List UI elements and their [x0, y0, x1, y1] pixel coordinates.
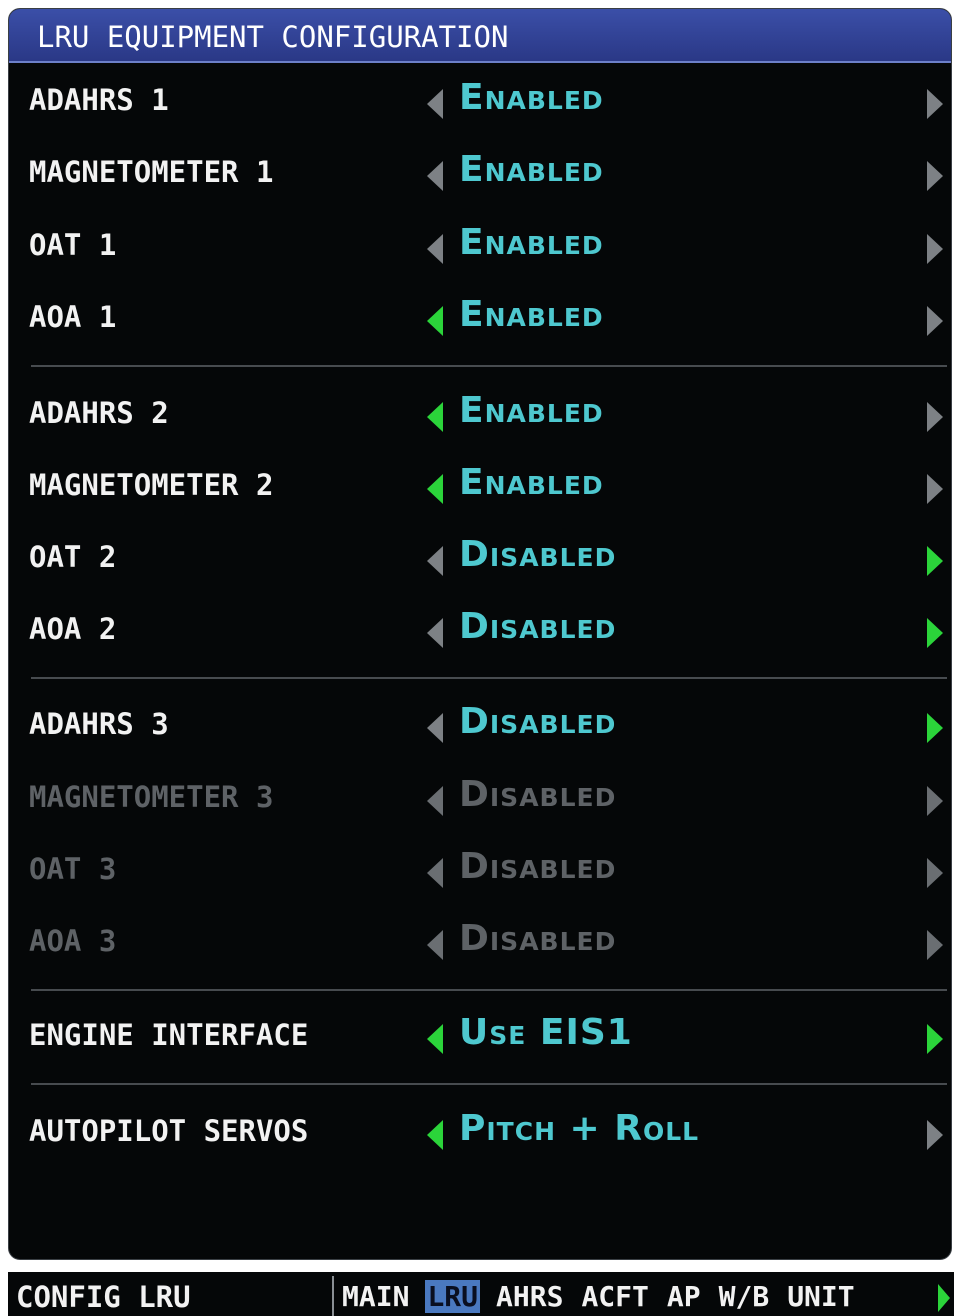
row-label: OAT 3	[29, 852, 117, 886]
config-row-adahrs-2[interactable]: ADAHRS 2 Enabled	[9, 380, 951, 452]
left-arrow-icon[interactable]	[427, 546, 443, 576]
row-value-selector[interactable]: Disabled	[459, 606, 616, 647]
row-value-selector[interactable]: Disabled	[459, 774, 616, 815]
right-arrow-icon[interactable]	[927, 713, 943, 743]
left-arrow-icon[interactable]	[427, 234, 443, 264]
row-value-selector[interactable]: Enabled	[459, 462, 604, 503]
row-value-selector[interactable]: Enabled	[459, 390, 604, 431]
row-value-selector[interactable]: Disabled	[459, 701, 616, 742]
title-bar: LRU EQUIPMENT CONFIGURATION	[9, 9, 951, 63]
next-page-arrow-icon[interactable]	[938, 1284, 950, 1312]
section-divider	[31, 677, 947, 679]
row-label: ADAHRS 3	[29, 707, 169, 741]
left-arrow-icon[interactable]	[427, 713, 443, 743]
config-row-magnetometer-3[interactable]: MAGNETOMETER 3 Disabled	[9, 764, 951, 836]
tab-unit[interactable]: UNIT	[785, 1280, 856, 1313]
section-divider	[31, 1083, 947, 1085]
row-label: AUTOPILOT SERVOS	[29, 1114, 309, 1148]
right-arrow-icon[interactable]	[927, 161, 943, 191]
right-arrow-icon[interactable]	[927, 858, 943, 888]
left-arrow-icon[interactable]	[427, 306, 443, 336]
row-label: MAGNETOMETER 2	[29, 468, 274, 502]
config-row-adahrs-3[interactable]: ADAHRS 3 Disabled	[9, 691, 951, 763]
row-value-selector[interactable]: Enabled	[459, 294, 604, 335]
section-divider	[31, 989, 947, 991]
tab-w-b[interactable]: W/B	[717, 1280, 772, 1313]
config-row-engine-interface[interactable]: ENGINE INTERFACE Use EIS1	[9, 1002, 951, 1074]
left-arrow-icon[interactable]	[427, 161, 443, 191]
row-value-selector[interactable]: Enabled	[459, 222, 604, 263]
row-label: OAT 2	[29, 540, 117, 574]
right-arrow-icon[interactable]	[927, 930, 943, 960]
config-row-magnetometer-1[interactable]: MAGNETOMETER 1 Enabled	[9, 139, 951, 211]
row-label: AOA 3	[29, 924, 117, 958]
page-name: CONFIG LRU	[16, 1280, 191, 1314]
row-label: OAT 1	[29, 228, 117, 262]
config-row-autopilot-servos[interactable]: AUTOPILOT SERVOS Pitch + Roll	[9, 1098, 951, 1170]
left-arrow-icon[interactable]	[427, 1120, 443, 1150]
config-row-oat-1[interactable]: OAT 1 Enabled	[9, 212, 951, 284]
right-arrow-icon[interactable]	[927, 306, 943, 336]
page-tabs: MAIN LRU AHRS ACFT AP W/B UNIT	[332, 1276, 954, 1316]
left-arrow-icon[interactable]	[427, 89, 443, 119]
left-arrow-icon[interactable]	[427, 1024, 443, 1054]
left-arrow-icon[interactable]	[427, 858, 443, 888]
left-arrow-icon[interactable]	[427, 786, 443, 816]
config-row-oat-3[interactable]: OAT 3 Disabled	[9, 836, 951, 908]
left-arrow-icon[interactable]	[427, 402, 443, 432]
row-value-selector[interactable]: Enabled	[459, 77, 604, 118]
row-label: AOA 2	[29, 612, 117, 646]
right-arrow-icon[interactable]	[927, 618, 943, 648]
window-title: LRU EQUIPMENT CONFIGURATION	[37, 20, 509, 54]
right-arrow-icon[interactable]	[927, 786, 943, 816]
tab-lru[interactable]: LRU	[425, 1279, 481, 1313]
config-row-magnetometer-2[interactable]: MAGNETOMETER 2 Enabled	[9, 452, 951, 524]
right-arrow-icon[interactable]	[927, 546, 943, 576]
row-label: ADAHRS 1	[29, 83, 169, 117]
right-arrow-icon[interactable]	[927, 1120, 943, 1150]
lru-config-window: LRU EQUIPMENT CONFIGURATION ADAHRS 1 Enab…	[8, 8, 952, 1260]
row-value-selector[interactable]: Use EIS1	[459, 1012, 633, 1053]
row-label: ENGINE INTERFACE	[29, 1018, 309, 1052]
tab-ap[interactable]: AP	[665, 1280, 703, 1313]
row-value-selector[interactable]: Pitch + Roll	[459, 1108, 699, 1149]
tab-main[interactable]: MAIN	[340, 1280, 411, 1313]
row-value-selector[interactable]: Disabled	[459, 534, 616, 575]
row-label: AOA 1	[29, 300, 117, 334]
tab-ahrs[interactable]: AHRS	[494, 1280, 565, 1313]
right-arrow-icon[interactable]	[927, 1024, 943, 1054]
row-value-selector[interactable]: Enabled	[459, 149, 604, 190]
row-label: MAGNETOMETER 3	[29, 780, 274, 814]
left-arrow-icon[interactable]	[427, 930, 443, 960]
config-row-aoa-1[interactable]: AOA 1 Enabled	[9, 284, 951, 356]
tab-acft[interactable]: ACFT	[579, 1280, 650, 1313]
page-group-bar: CONFIG LRU MAIN LRU AHRS ACFT AP W/B UNIT	[8, 1272, 954, 1316]
config-row-aoa-2[interactable]: AOA 2 Disabled	[9, 596, 951, 668]
row-value-selector[interactable]: Disabled	[459, 918, 616, 959]
left-arrow-icon[interactable]	[427, 618, 443, 648]
right-arrow-icon[interactable]	[927, 89, 943, 119]
right-arrow-icon[interactable]	[927, 402, 943, 432]
left-arrow-icon[interactable]	[427, 474, 443, 504]
right-arrow-icon[interactable]	[927, 234, 943, 264]
config-row-oat-2[interactable]: OAT 2 Disabled	[9, 524, 951, 596]
config-row-aoa-3[interactable]: AOA 3 Disabled	[9, 908, 951, 980]
right-arrow-icon[interactable]	[927, 474, 943, 504]
row-label: MAGNETOMETER 1	[29, 155, 274, 189]
config-row-adahrs-1[interactable]: ADAHRS 1 Enabled	[9, 67, 951, 139]
section-divider	[31, 365, 947, 367]
row-label: ADAHRS 2	[29, 396, 169, 430]
row-value-selector[interactable]: Disabled	[459, 846, 616, 887]
